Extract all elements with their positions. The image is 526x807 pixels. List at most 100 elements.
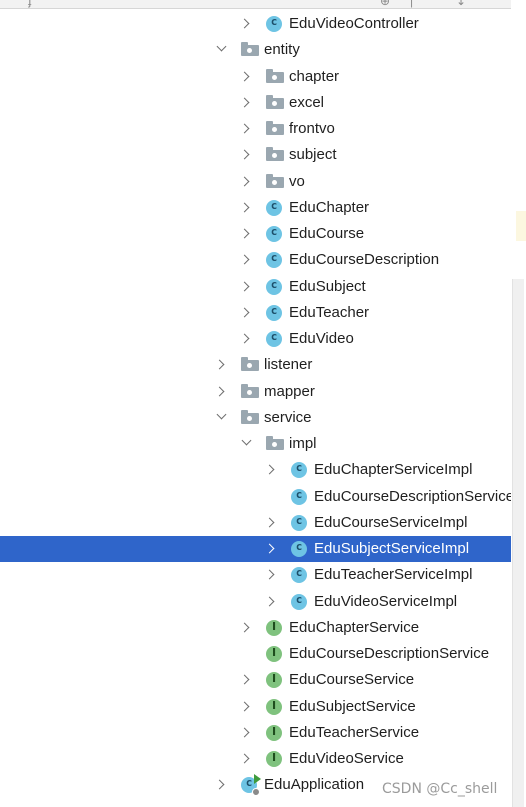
tree-row[interactable]: EduCourseDescription xyxy=(0,247,511,273)
tree-row[interactable]: impl xyxy=(0,431,511,457)
chevron-right-icon[interactable] xyxy=(214,386,225,396)
chevron-right-icon[interactable] xyxy=(214,779,225,790)
tree-row-label: EduChapter xyxy=(289,198,370,216)
hide-icon[interactable]: ↧ xyxy=(456,0,466,8)
chevron-right-icon[interactable] xyxy=(239,727,250,738)
watermark: CSDN @Cc_shell xyxy=(382,781,498,797)
chevron-right-icon[interactable] xyxy=(239,674,250,685)
tree-row[interactable]: EduCourseDescriptionService xyxy=(0,641,511,667)
chevron-right-icon[interactable] xyxy=(239,176,250,186)
settings-icon[interactable]: ⊕ xyxy=(380,0,390,8)
chevron-right-icon[interactable] xyxy=(239,71,250,81)
tree-row[interactable]: chapter xyxy=(0,64,511,90)
tree-row[interactable]: vo xyxy=(0,169,511,195)
tree-row[interactable]: EduVideoServiceImpl xyxy=(0,589,511,615)
tree-row-label: EduSubject xyxy=(289,277,366,295)
chevron-right-icon[interactable] xyxy=(214,359,225,370)
chevron-right-icon[interactable] xyxy=(239,123,250,134)
class-icon xyxy=(266,278,282,295)
tree-row-label: EduTeacherService xyxy=(289,723,420,741)
chevron-down-icon[interactable] xyxy=(216,409,227,420)
tree-row-label: listener xyxy=(264,356,313,374)
chevron-right-icon[interactable] xyxy=(239,97,250,108)
class-icon xyxy=(266,330,282,347)
class-icon xyxy=(291,461,307,479)
chevron-right-icon[interactable] xyxy=(264,517,275,528)
toolbar-glyph: ɟ xyxy=(28,0,32,8)
tree-row[interactable]: subject xyxy=(0,142,511,168)
tree-row[interactable]: EduVideoService xyxy=(0,746,511,772)
folder-icon xyxy=(266,121,284,135)
chevron-right-icon[interactable] xyxy=(239,701,250,711)
chevron-right-icon[interactable] xyxy=(239,202,250,213)
tree-row[interactable]: EduTeacherService xyxy=(0,720,511,746)
chevron-right-icon[interactable] xyxy=(239,622,250,633)
tree-row[interactable]: EduVideo xyxy=(0,326,511,352)
chevron-right-icon[interactable] xyxy=(239,281,250,291)
scrollbar-thumb[interactable] xyxy=(512,279,524,807)
tree-row[interactable]: EduChapterService xyxy=(0,615,511,641)
tree-row[interactable]: EduChapter xyxy=(0,195,511,221)
interface-icon xyxy=(266,646,282,662)
chevron-down-icon[interactable] xyxy=(241,435,252,446)
interface-icon xyxy=(266,672,282,689)
tree-row[interactable]: entity xyxy=(0,37,511,63)
interface-icon xyxy=(266,619,282,636)
tree-row[interactable]: mapper xyxy=(0,379,511,405)
folder-icon xyxy=(266,436,284,450)
tree-row[interactable]: service xyxy=(0,405,511,431)
tree-row[interactable]: EduChapterServiceImpl xyxy=(0,457,511,483)
project-tree[interactable]: EduVideoController entity chapter excel fron… xyxy=(0,11,526,799)
tree-row-label: EduVideo xyxy=(289,330,354,347)
chevron-right-icon[interactable] xyxy=(239,18,250,29)
tree-row[interactable]: EduSubjectService xyxy=(0,694,511,720)
chevron-right-icon[interactable] xyxy=(239,333,250,344)
tree-row-label: vo xyxy=(289,172,305,190)
tree-row-label: EduChapterService xyxy=(289,618,420,636)
class-icon xyxy=(266,199,282,216)
tree-row-label: EduApplication xyxy=(264,776,365,794)
tree-row[interactable]: EduTeacherServiceImpl xyxy=(0,562,511,588)
tree-row[interactable]: EduSubjectServiceImpl xyxy=(0,536,511,563)
toolbar-strip: ɟ ⊕ | ↧ xyxy=(0,0,526,9)
tree-row-label: mapper xyxy=(264,382,315,400)
folder-icon xyxy=(266,173,284,188)
tree-row[interactable]: listener xyxy=(0,352,511,378)
tree-row[interactable]: EduTeacher xyxy=(0,300,511,326)
folder-icon xyxy=(241,383,259,398)
class-icon xyxy=(266,304,282,321)
tree-row[interactable]: EduVideoController xyxy=(0,11,511,37)
tree-row-label: frontvo xyxy=(289,120,335,137)
tree-row-label: subject xyxy=(289,146,337,164)
tree-row-label: EduSubjectService xyxy=(289,697,416,715)
chevron-right-icon[interactable] xyxy=(239,307,250,318)
chevron-right-icon[interactable] xyxy=(264,464,275,475)
chevron-right-icon[interactable] xyxy=(264,596,275,606)
chevron-right-icon[interactable] xyxy=(239,254,250,265)
tree-row[interactable]: EduSubject xyxy=(0,274,511,300)
tree-row[interactable]: EduCourseServiceImpl xyxy=(0,510,511,536)
tree-row[interactable]: frontvo xyxy=(0,116,511,142)
tree-row-label: EduVideoServiceImpl xyxy=(314,592,458,610)
tree-row[interactable]: EduCourse xyxy=(0,221,511,247)
tree-row[interactable]: EduCourseDescriptionServiceImpl xyxy=(0,484,526,510)
class-icon xyxy=(266,15,282,32)
folder-icon xyxy=(266,68,284,83)
chevron-right-icon[interactable] xyxy=(239,149,250,160)
chevron-right-icon[interactable] xyxy=(264,569,275,580)
chevron-right-icon[interactable] xyxy=(264,543,275,554)
tree-row-label: EduChapterServiceImpl xyxy=(314,461,473,479)
folder-icon xyxy=(266,147,284,162)
class-icon xyxy=(291,593,307,610)
folder-icon xyxy=(241,357,259,372)
chevron-right-icon[interactable] xyxy=(239,753,250,764)
tree-row-label: entity xyxy=(264,41,300,59)
tree-row-label: EduCourseDescription xyxy=(289,251,440,269)
tree-row[interactable]: excel xyxy=(0,90,511,116)
class-icon xyxy=(266,225,282,242)
chevron-right-icon[interactable] xyxy=(239,228,250,239)
class-icon xyxy=(291,488,307,505)
tree-row[interactable]: EduCourseService xyxy=(0,667,511,693)
chevron-down-icon[interactable] xyxy=(216,41,227,52)
class-icon xyxy=(266,251,282,269)
